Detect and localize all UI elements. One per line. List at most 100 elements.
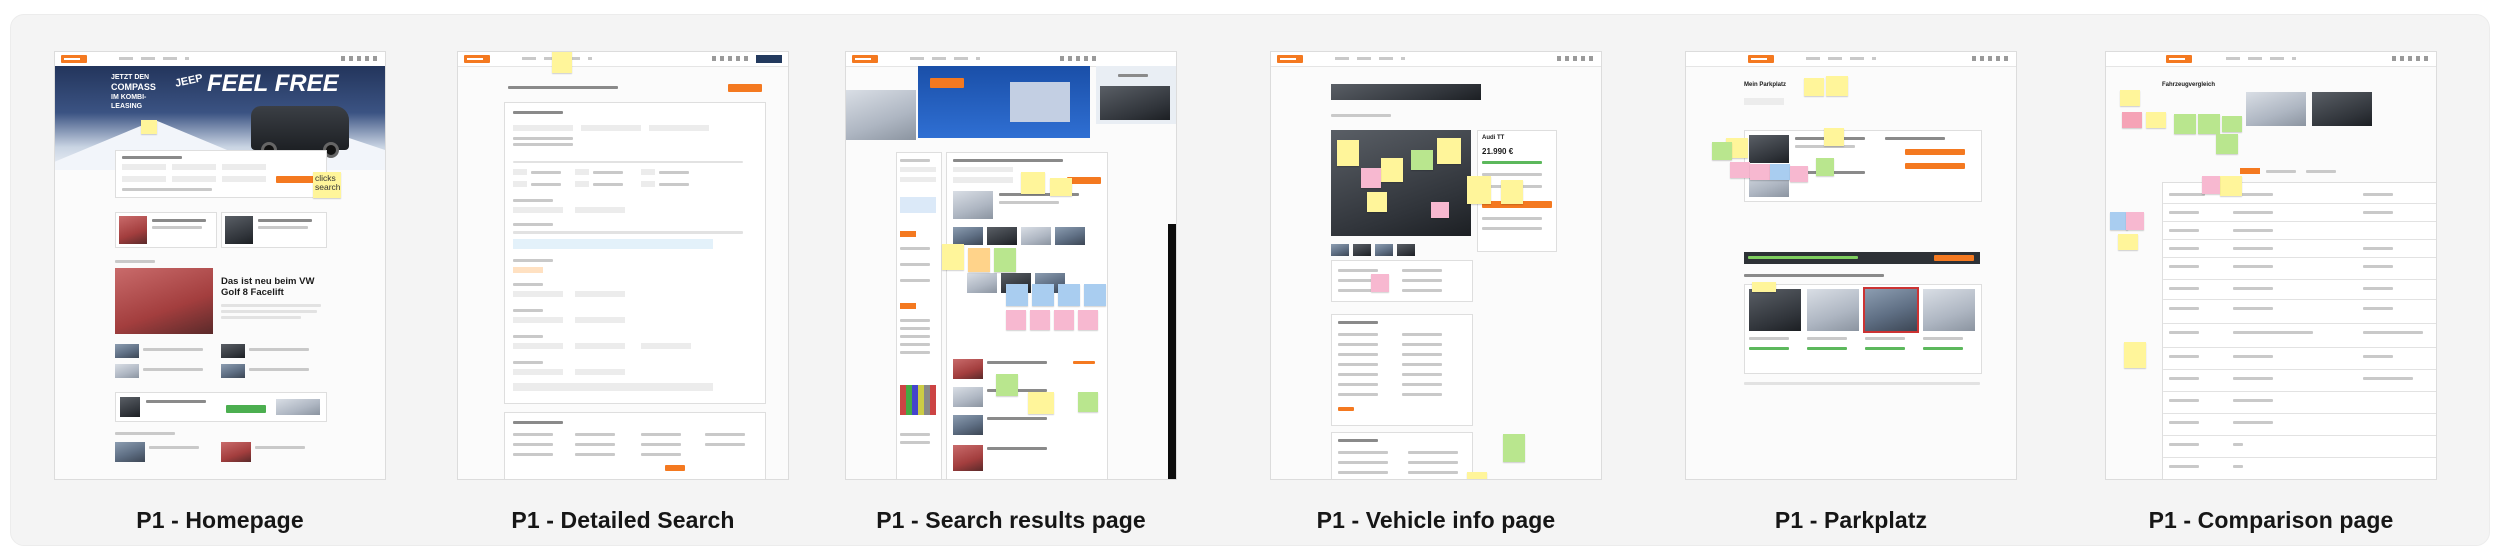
sticky-note[interactable] (2202, 176, 2220, 194)
header-icons (2392, 56, 2428, 61)
caption-search-results: P1 - Search results page (876, 507, 1146, 533)
mobile-de-logo (1277, 55, 1303, 63)
parkplatz-screenshot: Mein Parkplatz (1686, 52, 2016, 479)
sticky-note[interactable] (2198, 114, 2220, 134)
sticky-note[interactable] (1501, 180, 1523, 204)
sticky-note[interactable] (1437, 138, 1461, 164)
hero-text-1: JETZT DEN (111, 74, 150, 81)
info-hint (513, 239, 713, 249)
hero-text-4: LEASING (111, 103, 143, 110)
sticky-clicks-search[interactable]: clicks search (313, 172, 341, 198)
main-nav (1806, 57, 1876, 60)
compare-car-1 (2246, 92, 2306, 126)
sticky-note[interactable] (1078, 310, 1098, 330)
sticky-note[interactable] (2124, 342, 2146, 368)
site-header (55, 52, 385, 67)
page-title (508, 86, 618, 89)
login-button[interactable] (756, 55, 782, 63)
sticky-note[interactable] (2222, 116, 2242, 132)
sticky-note[interactable] (1503, 434, 1525, 462)
sticky-note[interactable] (1050, 178, 1072, 196)
article-headline[interactable]: Das ist neu beim VW Golf 8 Facelift (221, 276, 325, 298)
sticky-note[interactable] (552, 52, 572, 73)
sticky-note[interactable] (1824, 128, 1844, 146)
caption-parkplatz: P1 - Parkplatz (1774, 507, 1928, 533)
show-results-button[interactable] (728, 84, 762, 92)
sticky-note[interactable] (1467, 472, 1487, 479)
top-banner (1331, 84, 1481, 100)
whiteboard-canvas: JETZT DEN COMPASS IM KOMBI- LEASING JEEP… (10, 14, 2490, 546)
sticky-note[interactable] (2174, 114, 2196, 134)
sticky-note[interactable] (1816, 158, 1834, 176)
sticky-note[interactable] (1030, 310, 1050, 330)
sticky-note[interactable] (1337, 140, 1359, 166)
detailed-search-screenshot (458, 52, 788, 479)
sticky-note[interactable] (1367, 192, 1387, 212)
sticky-note[interactable] (2118, 234, 2138, 250)
header-icons (712, 56, 748, 61)
hero-text-3: IM KOMBI- (111, 94, 147, 101)
promo-bar (1744, 252, 1980, 264)
sticky-note[interactable] (1058, 284, 1080, 306)
sticky-note[interactable] (1084, 284, 1106, 306)
sticky-note[interactable] (1752, 282, 1776, 292)
sticky-note[interactable] (1381, 158, 1403, 182)
sticky-note[interactable] (1804, 78, 1824, 96)
sticky-note[interactable] (1730, 162, 1750, 178)
scrollbar[interactable] (1168, 224, 1176, 479)
color-filter[interactable] (900, 385, 936, 415)
mobile-de-logo (852, 55, 878, 63)
frame-parkplatz[interactable]: Mein Parkplatz P1 - Parkplatz (1686, 52, 2016, 533)
hero-feelfree-text: FEEL FREE (207, 70, 339, 97)
main-nav (2226, 57, 2296, 60)
caption-comparison: P1 - Comparison page (2148, 507, 2394, 533)
caption-homepage: P1 - Homepage (136, 507, 304, 533)
sticky-note[interactable] (1826, 76, 1848, 96)
sticky-note[interactable] (994, 248, 1016, 272)
hero-jeep-text: JEEP (173, 72, 204, 90)
side-ad-image (846, 90, 916, 140)
parkplatz-title: Mein Parkplatz (1744, 82, 1787, 88)
sticky-note[interactable] (2126, 212, 2144, 230)
frame-comparison[interactable]: Fahrzeugvergleich P1 - Comparison page (2106, 52, 2436, 533)
equipment-section (504, 412, 766, 479)
key-facts (1331, 260, 1473, 302)
frame-homepage[interactable]: JETZT DEN COMPASS IM KOMBI- LEASING JEEP… (55, 52, 385, 533)
sticky-note[interactable] (2220, 176, 2242, 196)
main-nav (910, 57, 980, 60)
sticky-note[interactable] (1411, 150, 1433, 170)
caption-detailed-search: P1 - Detailed Search (511, 507, 735, 533)
frame-detailed-search[interactable]: P1 - Detailed Search (458, 52, 788, 533)
sticky-note[interactable] (141, 120, 157, 134)
sticky-note[interactable] (1361, 168, 1381, 188)
sticky-note[interactable] (1770, 164, 1790, 180)
vehicle-info-screenshot: Audi TT 21.990 € (1271, 52, 1601, 479)
sticky-note[interactable] (996, 374, 1018, 396)
header-icons (1557, 56, 1593, 61)
sticky-note[interactable] (1371, 274, 1389, 292)
frame-vehicle-info[interactable]: Audi TT 21.990 € P1 - Vehicle info page (1271, 52, 1601, 533)
sticky-note[interactable] (968, 248, 990, 272)
sticky-note[interactable] (1054, 310, 1074, 330)
sticky-note[interactable] (1021, 172, 1045, 194)
sticky-note[interactable] (1467, 176, 1491, 204)
sticky-note[interactable] (1028, 392, 1054, 414)
sticky-note[interactable] (942, 244, 964, 270)
sticky-note[interactable] (2216, 134, 2238, 154)
sticky-note[interactable] (1712, 142, 1732, 160)
sticky-note[interactable] (2120, 90, 2140, 106)
homepage-screenshot: JETZT DEN COMPASS IM KOMBI- LEASING JEEP… (55, 52, 385, 479)
header-icons (1060, 56, 1096, 61)
sticky-note[interactable] (1750, 164, 1770, 180)
sticky-note[interactable] (1431, 202, 1449, 218)
frame-search-results[interactable]: P1 - Search results page (846, 52, 1176, 533)
sticky-note[interactable] (1006, 310, 1026, 330)
sticky-note[interactable] (2122, 112, 2142, 128)
site-header (458, 52, 788, 67)
recommendation-carousel (1744, 284, 1982, 374)
sticky-note[interactable] (1078, 392, 1098, 412)
sticky-note[interactable] (1006, 284, 1028, 306)
sticky-note[interactable] (1032, 284, 1054, 306)
sticky-note[interactable] (2146, 112, 2166, 128)
sticky-note[interactable] (1790, 166, 1808, 182)
